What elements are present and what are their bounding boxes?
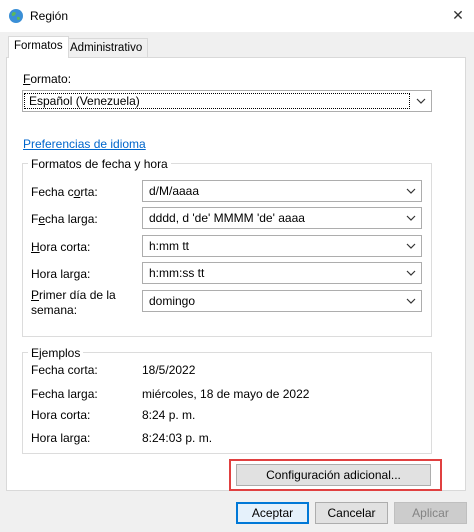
chevron-down-icon [406, 298, 416, 304]
examples-title: Ejemplos [28, 346, 84, 360]
chevron-down-icon [406, 270, 416, 276]
example-long-date-label: Fecha larga: [31, 387, 98, 401]
first-day-label: Primer día de la semana: [31, 288, 116, 317]
chevron-down-icon [406, 215, 416, 221]
language-preferences-link[interactable]: Preferencias de idioma [23, 137, 146, 151]
chevron-down-icon [416, 98, 426, 104]
chevron-down-icon [406, 188, 416, 194]
long-time-select[interactable]: h:mm:ss tt [142, 262, 422, 284]
cancel-button[interactable]: Cancelar [315, 502, 388, 524]
chevron-down-icon [406, 243, 416, 249]
example-short-time-label: Hora corta: [31, 408, 91, 422]
first-day-select[interactable]: domingo [142, 290, 422, 312]
focus-rect [24, 93, 410, 109]
example-short-date-value: 18/5/2022 [142, 363, 196, 377]
long-time-label: Hora larga: [31, 267, 91, 281]
globe-icon [8, 8, 24, 24]
close-icon[interactable]: ✕ [448, 5, 468, 25]
apply-button[interactable]: Aplicar [394, 502, 467, 524]
tab-formatos[interactable]: Formatos [8, 36, 69, 58]
example-short-date-label: Fecha corta: [31, 363, 98, 377]
accept-button[interactable]: Aceptar [236, 502, 309, 524]
window-title: Región [30, 9, 69, 23]
additional-settings-button[interactable]: Configuración adicional... [236, 464, 431, 486]
long-date-label: Fecha larga: [31, 212, 98, 226]
title-bar [0, 0, 474, 32]
example-short-time-value: 8:24 p. m. [142, 408, 196, 422]
tab-administrativo[interactable]: Administrativo [64, 38, 149, 58]
short-date-label: Fecha corta: [31, 185, 98, 199]
date-time-formats-title: Formatos de fecha y hora [28, 157, 171, 171]
short-time-select[interactable]: h:mm tt [142, 235, 422, 257]
example-long-date-value: miércoles, 18 de mayo de 2022 [142, 387, 310, 401]
example-long-time-value: 8:24:03 p. m. [142, 431, 213, 445]
example-long-time-label: Hora larga: [31, 431, 91, 445]
short-date-select[interactable]: d/M/aaaa [142, 180, 422, 202]
short-time-label: Hora corta: [31, 240, 91, 254]
format-label: Formato: [23, 72, 72, 86]
long-date-select[interactable]: dddd, d 'de' MMMM 'de' aaaa [142, 207, 422, 229]
